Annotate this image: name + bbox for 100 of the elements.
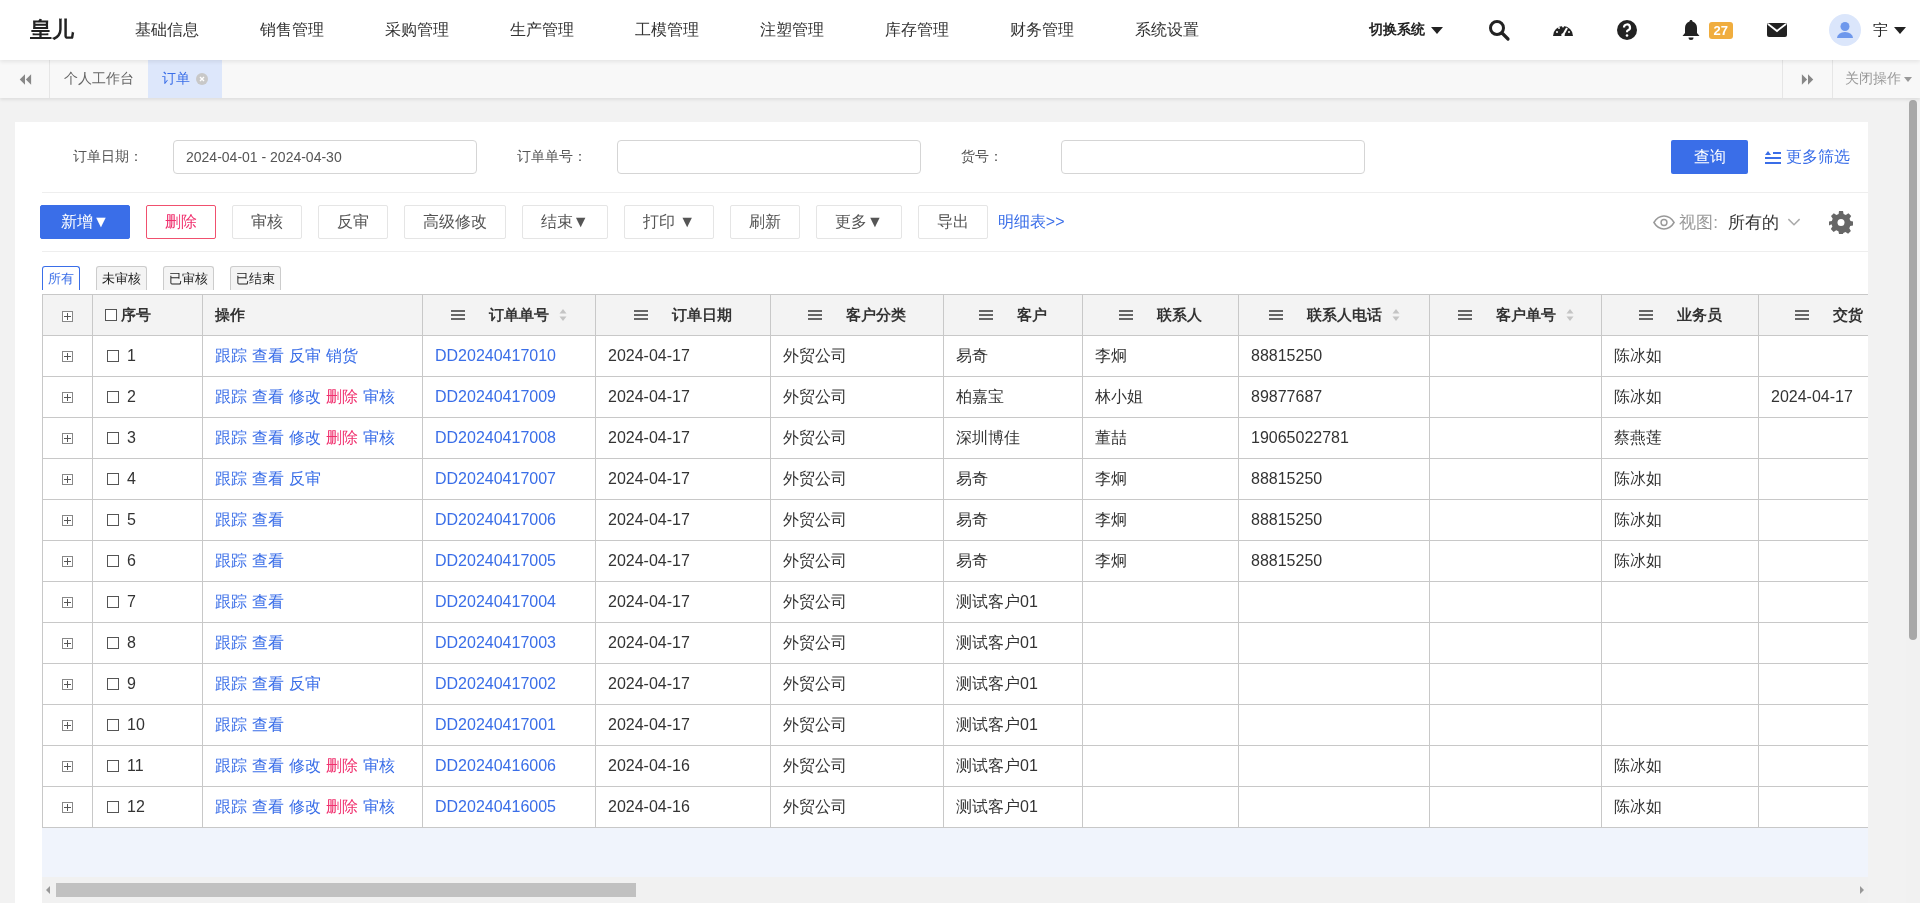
toolbar-button[interactable]: 结束▼ (521, 205, 608, 239)
expand-row-icon[interactable] (62, 515, 73, 527)
row-action-link[interactable]: 审核 (363, 427, 395, 449)
double-right-arrow-icon[interactable] (1800, 73, 1815, 85)
filter-list-icon[interactable] (1764, 150, 1782, 164)
menu-icon[interactable] (634, 310, 648, 320)
filter-input[interactable] (617, 140, 921, 174)
row-action-link[interactable]: 审核 (363, 386, 395, 408)
double-left-arrow-icon[interactable] (17, 73, 32, 85)
row-checkbox[interactable] (107, 718, 119, 731)
column-header[interactable]: 客户 (943, 294, 1083, 336)
nav-menu-item[interactable]: 基础信息 (135, 19, 260, 41)
toolbar-button[interactable]: 审核 (231, 205, 302, 239)
status-tab[interactable]: 所有 (42, 266, 80, 290)
nav-menu-item[interactable]: 系统设置 (1135, 19, 1260, 41)
nav-menu-item[interactable]: 注塑管理 (760, 19, 885, 41)
menu-icon[interactable] (808, 310, 822, 320)
system-switch-dropdown[interactable]: 切换系统 (1368, 21, 1443, 39)
row-action-link[interactable]: 查看 (252, 550, 284, 572)
row-action-link[interactable]: 跟踪 (215, 796, 247, 818)
row-action-link[interactable]: 反审 (289, 468, 321, 490)
expand-row-icon[interactable] (62, 679, 73, 691)
menu-icon[interactable] (1638, 310, 1653, 320)
row-action-link[interactable]: 查看 (252, 468, 284, 490)
column-header[interactable]: 客户单号 (1429, 294, 1602, 336)
nav-menu-item[interactable]: 销售管理 (260, 19, 385, 41)
page-tab[interactable]: 订单 (148, 60, 222, 98)
row-action-link[interactable]: 跟踪 (215, 509, 247, 531)
row-action-link[interactable]: 查看 (252, 427, 284, 449)
expand-all-icon[interactable] (62, 311, 73, 323)
more-filters-link[interactable]: 更多筛选 (1764, 146, 1850, 168)
status-tab[interactable]: 已审核 (163, 266, 214, 290)
expand-row-icon[interactable] (62, 761, 73, 773)
toolbar-button[interactable]: 刷新 (729, 205, 800, 239)
row-checkbox[interactable] (107, 390, 119, 403)
toolbar-button[interactable]: 导出 (917, 205, 988, 239)
row-action-link[interactable]: 查看 (252, 509, 284, 531)
row-action-link[interactable]: 修改 (289, 796, 321, 818)
row-action-link[interactable]: 修改 (289, 755, 321, 777)
nav-menu-item[interactable]: 采购管理 (385, 19, 510, 41)
app-logo[interactable]: 皇儿 (30, 15, 135, 45)
filter-input[interactable]: 2024-04-01 - 2024-04-30 (173, 140, 477, 174)
menu-icon[interactable] (1457, 310, 1472, 320)
row-action-link[interactable]: 查看 (252, 714, 284, 736)
row-checkbox[interactable] (107, 554, 119, 567)
search-icon[interactable] (1486, 18, 1511, 42)
toolbar-button[interactable]: 新增▼ (40, 205, 130, 239)
row-action-link[interactable]: 跟踪 (215, 345, 247, 367)
status-tab[interactable]: 已结束 (230, 266, 281, 290)
row-action-link[interactable]: 查看 (252, 345, 284, 367)
toolbar-button[interactable]: 打印 ▼ (623, 205, 714, 239)
toolbar-button[interactable]: 高级修改 (403, 205, 506, 239)
row-action-link[interactable]: 跟踪 (215, 632, 247, 654)
nav-menu-item[interactable]: 生产管理 (510, 19, 635, 41)
horizontal-scrollbar[interactable] (42, 877, 1868, 903)
menu-icon[interactable] (979, 310, 993, 320)
toolbar-button[interactable]: 删除 (145, 205, 216, 239)
row-action-link[interactable]: 跟踪 (215, 591, 247, 613)
expand-row-icon[interactable] (62, 802, 73, 814)
column-header[interactable]: 订单日期 (595, 294, 771, 336)
row-action-link[interactable]: 删除 (326, 796, 358, 818)
row-action-link[interactable]: 删除 (326, 755, 358, 777)
row-action-link[interactable]: 查看 (252, 386, 284, 408)
filter-input[interactable] (1061, 140, 1365, 174)
expand-row-icon[interactable] (62, 638, 73, 650)
row-action-link[interactable]: 跟踪 (215, 755, 247, 777)
toolbar-button[interactable]: 反审 (317, 205, 388, 239)
view-dropdown[interactable]: 所有的 (1728, 210, 1801, 234)
expand-row-icon[interactable] (62, 392, 73, 404)
toolbar-button[interactable]: 更多▼ (815, 205, 902, 239)
settings-icon[interactable] (1829, 210, 1853, 234)
menu-icon[interactable] (1119, 310, 1133, 320)
detail-table-link[interactable]: 明细表>> (997, 211, 1065, 233)
row-action-link[interactable]: 审核 (363, 755, 395, 777)
row-action-link[interactable]: 跟踪 (215, 673, 247, 695)
column-header[interactable]: 联系人电话 (1238, 294, 1430, 336)
row-checkbox[interactable] (107, 513, 119, 526)
query-button[interactable]: 查询 (1671, 140, 1748, 174)
column-header[interactable]: 操作 (202, 294, 423, 336)
row-action-link[interactable]: 跟踪 (215, 550, 247, 572)
status-tab[interactable]: 未审核 (96, 266, 147, 290)
row-action-link[interactable]: 查看 (252, 632, 284, 654)
expand-row-icon[interactable] (62, 597, 73, 609)
row-checkbox[interactable] (107, 349, 119, 362)
row-checkbox[interactable] (107, 472, 119, 485)
row-checkbox[interactable] (107, 759, 119, 772)
column-header[interactable]: 交货 (1758, 294, 1868, 336)
expand-row-icon[interactable] (62, 556, 73, 568)
row-action-link[interactable]: 修改 (289, 386, 321, 408)
row-checkbox[interactable] (107, 431, 119, 444)
row-checkbox[interactable] (107, 636, 119, 649)
nav-menu-item[interactable]: 工模管理 (635, 19, 760, 41)
column-header[interactable]: 序号 (92, 294, 203, 336)
row-action-link[interactable]: 查看 (252, 796, 284, 818)
row-action-link[interactable]: 修改 (289, 427, 321, 449)
expand-row-icon[interactable] (62, 720, 73, 732)
row-checkbox[interactable] (107, 677, 119, 690)
column-header[interactable]: 联系人 (1082, 294, 1239, 336)
row-action-link[interactable]: 销货 (326, 345, 358, 367)
select-all-checkbox[interactable] (105, 309, 117, 321)
